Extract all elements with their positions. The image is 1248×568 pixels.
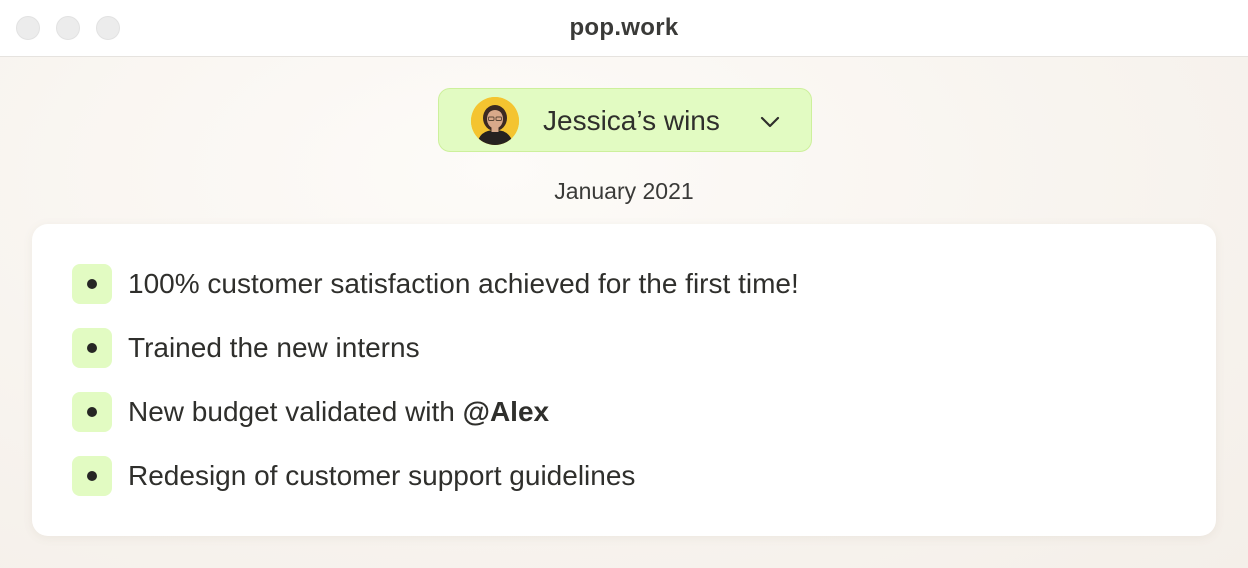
win-text-content: New budget validated with: [128, 396, 463, 427]
avatar-illustration: [471, 97, 519, 145]
win-text: Trained the new interns: [128, 332, 420, 364]
win-text-content: 100% customer satisfaction achieved for …: [128, 268, 799, 299]
bullet-dot-icon: [72, 392, 112, 432]
app-window: pop.work Jessica’s wins January 2021 100…: [0, 0, 1248, 568]
chevron-down-icon: [760, 116, 780, 128]
person-avatar-icon: [471, 97, 519, 145]
win-text-content: Redesign of customer support guidelines: [128, 460, 636, 491]
user-mention-link[interactable]: @Alex: [463, 396, 549, 427]
wins-card: 100% customer satisfaction achieved for …: [32, 224, 1216, 536]
period-label: January 2021: [554, 178, 694, 204]
wins-owner-selector[interactable]: Jessica’s wins: [438, 88, 812, 152]
win-text-content: Trained the new interns: [128, 332, 420, 363]
title-bar: pop.work: [0, 0, 1248, 57]
win-text: Redesign of customer support guidelines: [128, 460, 635, 492]
selector-label: Jessica’s wins: [543, 105, 720, 136]
window-title: pop.work: [569, 14, 679, 41]
win-text: New budget validated with @Alex: [128, 396, 549, 428]
bullet-dot-icon: [72, 328, 112, 368]
bullet-dot-icon: [72, 456, 112, 496]
bullet-dot-icon: [72, 264, 112, 304]
win-text: 100% customer satisfaction achieved for …: [128, 268, 799, 300]
